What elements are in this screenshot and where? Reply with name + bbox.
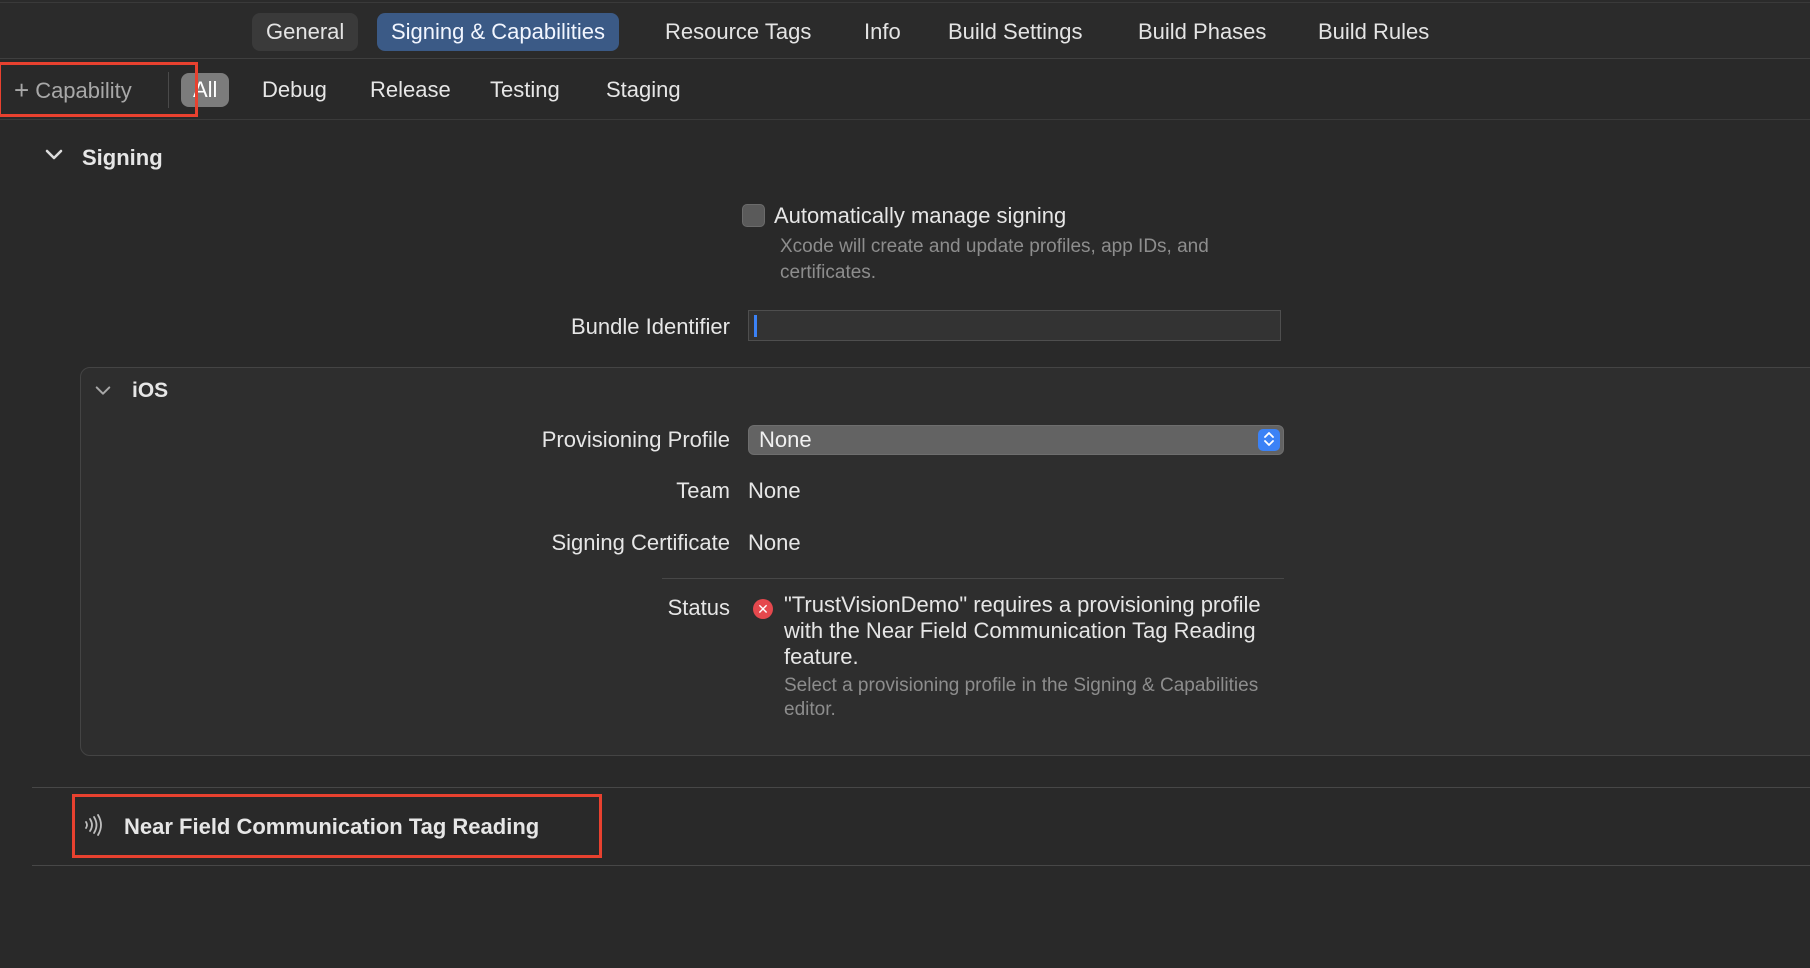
tab-build-rules[interactable]: Build Rules — [1304, 13, 1443, 51]
status-label: Status — [667, 595, 730, 620]
auto-manage-signing-help: Xcode will create and update profiles, a… — [780, 236, 1209, 283]
provisioning-profile-value: None — [759, 427, 812, 452]
bundle-identifier-label: Bundle Identifier — [571, 314, 730, 339]
team-value: None — [748, 478, 801, 503]
bundle-identifier-input[interactable] — [748, 310, 1281, 341]
ios-section-title: iOS — [132, 379, 169, 402]
top-border — [0, 2, 1810, 3]
filter-debug[interactable]: Debug — [252, 73, 337, 107]
add-capability-button[interactable]: + Capability — [14, 71, 132, 109]
plus-icon: + — [14, 75, 30, 105]
tab-general[interactable]: General — [252, 13, 359, 51]
chevron-down-icon[interactable] — [44, 145, 64, 170]
provisioning-profile-label: Provisioning Profile — [541, 427, 730, 452]
tab-signing-capabilities[interactable]: Signing & Capabilities — [377, 13, 620, 51]
tab-info[interactable]: Info — [850, 13, 915, 51]
capability-top-divider — [32, 787, 1810, 788]
editor-tab-bar: General Signing & Capabilities Resource … — [0, 0, 1810, 59]
nfc-icon — [82, 813, 106, 843]
capability-bottom-divider — [32, 865, 1810, 866]
team-label: Team — [676, 478, 730, 503]
provisioning-profile-popup[interactable]: None — [748, 425, 1284, 455]
xcode-editor: General Signing & Capabilities Resource … — [0, 0, 1810, 968]
error-icon: ✕ — [753, 599, 773, 619]
filter-staging[interactable]: Staging — [596, 73, 691, 107]
tab-build-settings[interactable]: Build Settings — [934, 13, 1097, 51]
status-divider — [662, 578, 1284, 579]
filter-all[interactable]: All — [181, 73, 230, 107]
status-help: Select a provisioning profile in the Sig… — [784, 675, 1259, 720]
filter-release[interactable]: Release — [360, 73, 461, 107]
tab-resource-tags[interactable]: Resource Tags — [651, 13, 825, 51]
tab-build-phases[interactable]: Build Phases — [1124, 13, 1280, 51]
signing-section-title: Signing — [82, 145, 163, 170]
toolbar-separator — [168, 72, 169, 108]
signing-certificate-label: Signing Certificate — [551, 530, 730, 555]
auto-manage-signing-checkbox[interactable] — [742, 204, 765, 227]
popup-stepper-icon — [1258, 429, 1280, 451]
chevron-down-icon[interactable] — [94, 382, 112, 405]
status-message: "TrustVisionDemo" requires a provisionin… — [784, 592, 1261, 669]
text-caret — [754, 315, 757, 337]
signing-certificate-value: None — [748, 530, 801, 555]
filter-testing[interactable]: Testing — [480, 73, 570, 107]
auto-manage-signing-label: Automatically manage signing — [774, 203, 1067, 228]
add-capability-label: Capability — [35, 78, 132, 103]
nfc-capability-title[interactable]: Near Field Communication Tag Reading — [124, 814, 539, 840]
